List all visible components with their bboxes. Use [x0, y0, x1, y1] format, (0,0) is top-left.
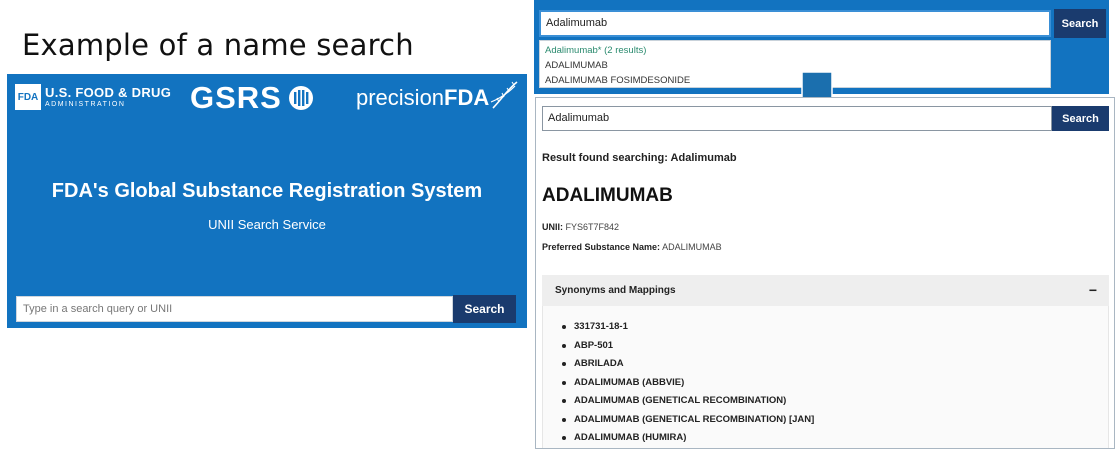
synonyms-list: 331731-18-1 ABP-501 ABRILADA ADALIMUMAB … — [560, 318, 814, 448]
unii-value: FYS6T7F842 — [565, 222, 620, 232]
result-search-button[interactable]: Search — [1052, 106, 1109, 131]
dna-helix-icon — [491, 81, 518, 109]
synonym-item: ABRILADA — [560, 355, 814, 374]
fda-logo-box: FDA — [15, 84, 41, 110]
fda-logo-line1: U.S. FOOD & DRUG — [45, 85, 172, 100]
unii-line: UNII: FYS6T7F842 — [542, 222, 619, 232]
slide-title: Example of a name search — [22, 28, 414, 62]
autocomplete-results-header: Adalimumab* (2 results) — [545, 45, 647, 56]
substance-name-heading: ADALIMUMAB — [542, 185, 673, 206]
gsrs-molecule-icon — [288, 86, 313, 110]
autocomplete-search-input[interactable]: Adalimumab — [539, 10, 1051, 37]
home-subheading: UNII Search Service — [208, 217, 326, 232]
result-found-text: Result found searching: Adalimumab — [542, 152, 737, 164]
preferred-name-line: Preferred Substance Name: ADALIMUMAB — [542, 242, 722, 252]
collapse-icon[interactable]: − — [1089, 275, 1097, 306]
result-search-input[interactable]: Adalimumab — [542, 106, 1052, 131]
unii-label: UNII: — [542, 222, 563, 232]
gsrs-home-panel: FDA U.S. FOOD & DRUG ADMINISTRATION GSRS… — [7, 74, 527, 328]
synonyms-accordion-header[interactable]: Synonyms and Mappings − — [542, 275, 1109, 306]
synonyms-body: 331731-18-1 ABP-501 ABRILADA ADALIMUMAB … — [542, 306, 1109, 448]
autocomplete-option[interactable]: ADALIMUMAB — [545, 58, 1045, 73]
autocomplete-search-button[interactable]: Search — [1054, 9, 1106, 38]
home-search-input[interactable]: Type in a search query or UNII — [16, 296, 453, 322]
synonym-item: ADALIMUMAB (HUMIRA) — [560, 429, 814, 448]
gsrs-logo[interactable]: GSRS — [190, 80, 314, 116]
preferred-name-value: ADALIMUMAB — [662, 242, 722, 252]
preferred-name-label: Preferred Substance Name: — [542, 242, 661, 252]
synonyms-title: Synonyms and Mappings — [555, 285, 676, 296]
home-heading: FDA's Global Substance Registration Syst… — [51, 180, 483, 202]
home-search-button[interactable]: Search — [453, 295, 516, 323]
precisionfda-logo[interactable]: precision FDA — [356, 81, 521, 112]
result-panel: Adalimumab Search Result found searching… — [535, 97, 1115, 449]
fda-logo-line2: ADMINISTRATION — [45, 101, 126, 108]
synonym-item: ADALIMUMAB (GENETICAL RECOMBINATION) — [560, 392, 814, 411]
precisionfda-logo-bold: FDA — [444, 85, 490, 110]
precisionfda-logo-thin: precision — [356, 85, 445, 110]
synonym-item: ADALIMUMAB (ABBVIE) — [560, 374, 814, 393]
fda-logo[interactable]: FDA U.S. FOOD & DRUG ADMINISTRATION — [15, 84, 171, 110]
synonym-item: ADALIMUMAB (GENETICAL RECOMBINATION) [JA… — [560, 411, 814, 430]
synonym-item: 331731-18-1 — [560, 318, 814, 337]
synonym-item: ABP-501 — [560, 337, 814, 356]
gsrs-logo-text: GSRS — [190, 80, 282, 115]
